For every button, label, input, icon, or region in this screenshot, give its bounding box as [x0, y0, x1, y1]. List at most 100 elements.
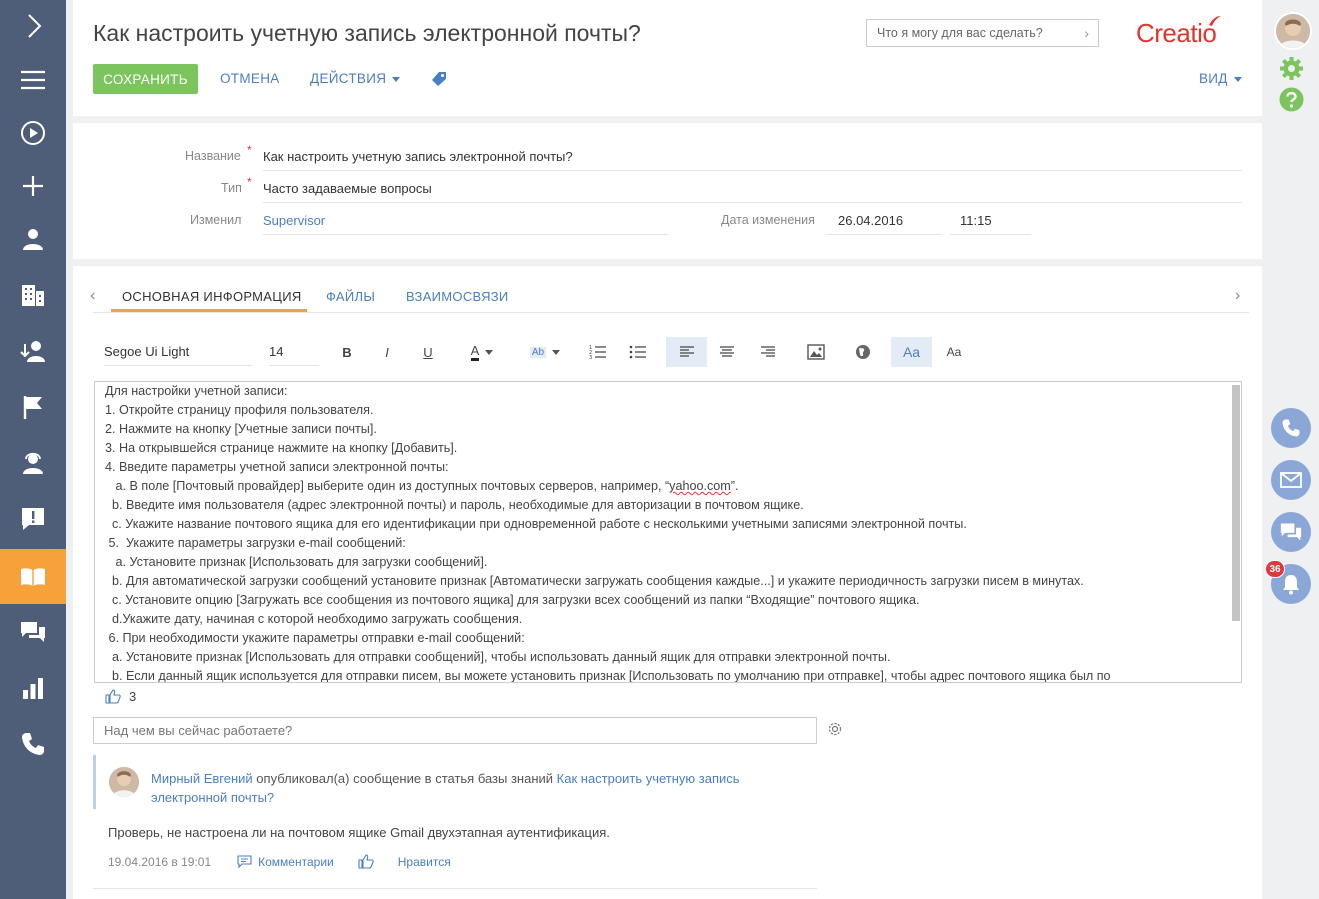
- numbered-list-icon: 123: [589, 345, 606, 360]
- command-line-input[interactable]: Что я могу для вас сделать? ›: [866, 19, 1099, 47]
- highlight-color-button[interactable]: Ab: [525, 337, 565, 367]
- globe-icon: [856, 345, 870, 359]
- editor-line: 3. На открывшейся странице нажмите на кн…: [105, 441, 458, 455]
- tag-icon[interactable]: [431, 71, 447, 87]
- caret-down-icon: [485, 349, 494, 355]
- save-button[interactable]: СОХРАНИТЬ: [93, 64, 198, 94]
- person-photo-icon: [109, 767, 139, 797]
- main-panel: ‹ ОСНОВНАЯ ИНФОРМАЦИЯ ФАЙЛЫ ВЗАИМОСВЯЗИ …: [73, 266, 1262, 899]
- sidebar-item-activities[interactable]: [0, 381, 66, 433]
- editor-line: 6. При необходимости укажите параметры о…: [105, 631, 525, 645]
- bell-icon: [1283, 575, 1299, 595]
- post-body: Проверь, не настроена ли на почтовом ящи…: [108, 825, 610, 840]
- gear-icon[interactable]: [827, 721, 843, 737]
- creatio-logo: Creatio: [1136, 18, 1217, 48]
- help-icon[interactable]: [1279, 87, 1304, 112]
- type-field[interactable]: Часто задаваемые вопросы: [263, 181, 1242, 203]
- editor-line-tail: ”.: [730, 479, 739, 493]
- insert-image-button[interactable]: [801, 337, 831, 367]
- user-avatar[interactable]: [1274, 12, 1312, 50]
- cancel-button[interactable]: ОТМЕНА: [220, 71, 280, 86]
- tabs-scroll-left-icon[interactable]: ‹: [90, 287, 95, 305]
- font-size-select[interactable]: 14: [269, 344, 319, 366]
- view-button[interactable]: ВИД: [1199, 71, 1242, 86]
- tab-files[interactable]: ФАЙЛЫ: [326, 289, 375, 304]
- text-case-lower-button[interactable]: Aa: [939, 337, 969, 367]
- modified-date-label: Дата изменения: [721, 213, 815, 227]
- open-book-icon: [21, 567, 45, 586]
- italic-button[interactable]: I: [372, 337, 402, 367]
- highlight-label: Ab: [529, 346, 547, 358]
- avatar[interactable]: [109, 767, 139, 797]
- like-counter[interactable]: 3: [105, 689, 136, 704]
- editor-line: 2. Нажмите на кнопку [Учетные записи поч…: [105, 422, 377, 436]
- post-meta: 19.04.2016 в 19:01 Комментарии Нравится: [108, 854, 451, 869]
- modified-date-field[interactable]: 26.04.2016: [826, 213, 942, 235]
- expand-sidebar-button[interactable]: [0, 0, 66, 52]
- post-author-link[interactable]: Мирный Евгений: [151, 771, 253, 786]
- misspelled-word[interactable]: yahoo.com: [669, 479, 731, 493]
- type-label: Тип: [221, 181, 242, 195]
- modified-by-label: Изменил: [190, 213, 242, 227]
- font-color-label: A: [470, 343, 480, 361]
- article-editor[interactable]: Для настройки учетной записи: 1. Откройт…: [94, 381, 1242, 683]
- plus-icon: [23, 176, 43, 196]
- modified-time-field[interactable]: 11:15: [950, 213, 1031, 235]
- sidebar-item-accounts[interactable]: [0, 269, 66, 321]
- sidebar-item-cases[interactable]: [0, 493, 66, 545]
- modified-by-field[interactable]: Supervisor: [263, 213, 668, 235]
- editor-line: a. Установите признак [Использовать для …: [105, 650, 891, 664]
- tabs-divider: [93, 312, 1249, 313]
- font-family-select[interactable]: Segoe Ui Light: [104, 344, 252, 366]
- insert-link-button[interactable]: [848, 337, 878, 367]
- align-left-button[interactable]: [666, 337, 707, 367]
- align-center-button[interactable]: [712, 337, 742, 367]
- tab-main-info[interactable]: ОСНОВНАЯ ИНФОРМАЦИЯ: [122, 289, 302, 304]
- thumbs-up-icon: [358, 854, 374, 869]
- align-right-button[interactable]: [753, 337, 783, 367]
- align-left-icon: [679, 346, 694, 357]
- gear-icon[interactable]: [1279, 56, 1304, 81]
- editor-line: c. Укажите название почтового ящика для …: [105, 517, 967, 531]
- flag-icon: [23, 396, 42, 419]
- editor-line: b. Для автоматической загрузки сообщений…: [105, 574, 1084, 588]
- chat-panel-button[interactable]: [1271, 512, 1311, 552]
- active-tab-indicator: [111, 309, 307, 312]
- tabs-scroll-right-icon[interactable]: ›: [1235, 287, 1240, 305]
- sidebar-item-employees[interactable]: [0, 437, 66, 489]
- comments-link[interactable]: Комментарии: [258, 855, 334, 869]
- name-field[interactable]: Как настроить учетную запись электронной…: [263, 149, 1242, 171]
- chevron-right-icon[interactable]: ›: [1084, 25, 1089, 41]
- caret-down-icon: [1233, 76, 1242, 82]
- font-color-button[interactable]: A: [462, 337, 502, 367]
- person-download-icon: [20, 341, 45, 362]
- page-title: Как настроить учетную запись электронной…: [93, 20, 641, 46]
- numbered-list-button[interactable]: 123: [583, 337, 613, 367]
- actions-button[interactable]: ДЕЙСТВИЯ: [310, 71, 401, 86]
- sidebar-item-contacts[interactable]: [0, 213, 66, 265]
- sidebar-item-leads[interactable]: [0, 325, 66, 377]
- menu-button[interactable]: [0, 54, 66, 106]
- caret-down-icon: [552, 349, 561, 355]
- sidebar-item-feed[interactable]: [0, 606, 66, 658]
- like-count: 3: [129, 689, 137, 704]
- post-header: Мирный Евгений опубликовал(а) сообщение …: [151, 769, 811, 807]
- phone-panel-button[interactable]: [1271, 408, 1311, 448]
- feed-post-input[interactable]: Над чем вы сейчас работаете?: [93, 717, 817, 744]
- sidebar-item-knowledge-base[interactable]: [0, 549, 66, 604]
- editor-line: 4. Введите параметры учетной записи элек…: [105, 460, 449, 474]
- editor-line-text: a. В поле [Почтовый провайдер] выберите …: [105, 479, 670, 493]
- editor-scrollbar[interactable]: [1232, 385, 1240, 621]
- right-rail: 36: [1263, 0, 1319, 899]
- bold-button[interactable]: B: [332, 337, 362, 367]
- email-panel-button[interactable]: [1271, 460, 1311, 500]
- like-link[interactable]: Нравится: [398, 855, 451, 869]
- tab-relations[interactable]: ВЗАИМОСВЯЗИ: [406, 289, 509, 304]
- add-button[interactable]: [0, 160, 66, 212]
- sidebar-item-dashboards[interactable]: [0, 662, 66, 714]
- sidebar-item-calls[interactable]: [0, 718, 66, 770]
- text-case-upper-button[interactable]: Aa: [891, 337, 932, 367]
- bullet-list-button[interactable]: [623, 337, 653, 367]
- underline-button[interactable]: U: [413, 337, 443, 367]
- start-process-button[interactable]: [0, 107, 66, 159]
